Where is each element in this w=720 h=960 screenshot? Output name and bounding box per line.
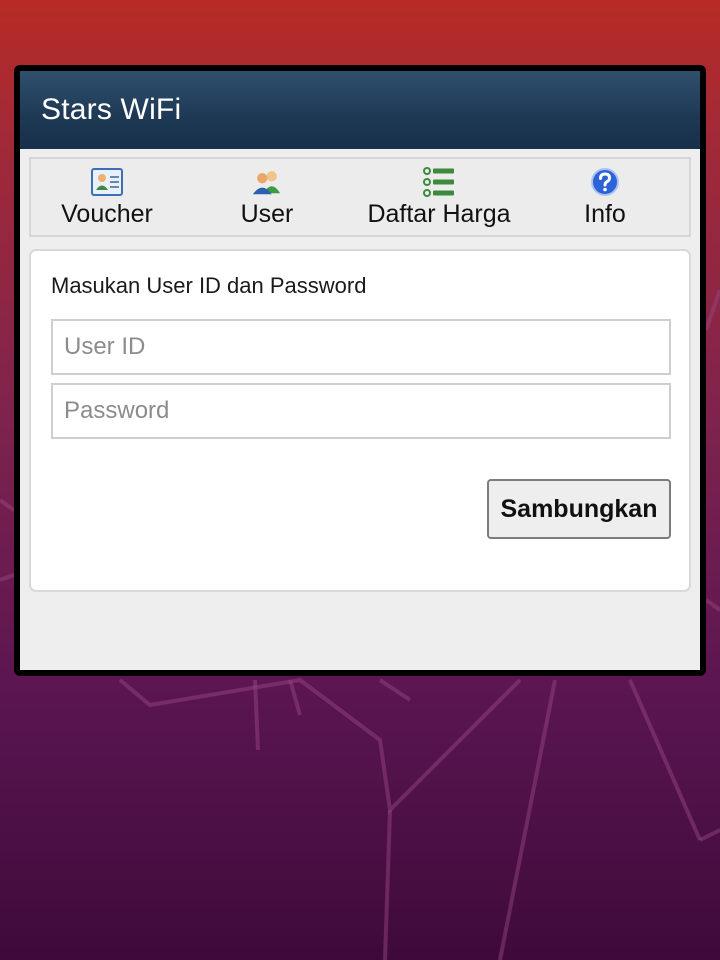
login-card: Masukan User ID dan Password Sambungkan [29, 249, 691, 592]
window-title: Stars WiFi [41, 93, 182, 126]
users-icon [251, 167, 283, 197]
nav-voucher[interactable]: Voucher [43, 159, 171, 235]
nav-voucher-label: Voucher [61, 200, 153, 228]
user-id-input[interactable] [51, 319, 671, 375]
nav-bar: Voucher User Daftar Harga Info [29, 157, 691, 237]
nav-user[interactable]: User [217, 159, 317, 235]
nav-info[interactable]: Info [561, 159, 649, 235]
title-bar: Stars WiFi [20, 71, 700, 149]
connect-button[interactable]: Sambungkan [487, 479, 671, 539]
login-prompt: Masukan User ID dan Password [51, 273, 367, 298]
nav-info-label: Info [584, 200, 626, 228]
portal-window: Stars WiFi Voucher User Daftar Harga Inf… [14, 65, 706, 676]
list-icon [423, 167, 455, 197]
nav-daftar-harga[interactable]: Daftar Harga [351, 159, 527, 235]
help-icon [589, 167, 621, 197]
nav-user-label: User [240, 200, 294, 228]
voucher-card-icon [91, 167, 123, 197]
nav-daftar-harga-label: Daftar Harga [367, 200, 511, 228]
password-input[interactable] [51, 383, 671, 439]
portal-window-body: Stars WiFi Voucher User Daftar Harga Inf… [20, 71, 700, 670]
